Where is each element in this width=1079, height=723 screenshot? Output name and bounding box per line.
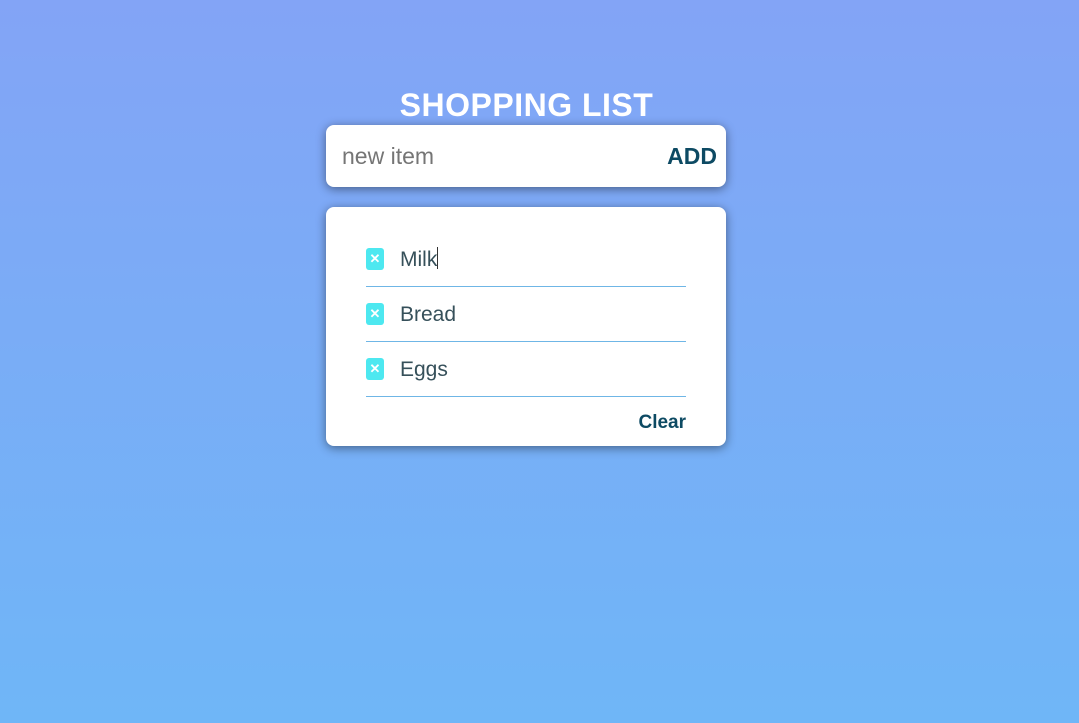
add-button[interactable]: ADD — [667, 141, 717, 171]
new-item-input[interactable] — [342, 139, 642, 173]
list-item: ✕ Eggs — [366, 342, 686, 397]
list-item-label[interactable]: Bread — [400, 302, 456, 328]
page-title: SHOPPING LIST — [399, 87, 654, 124]
remove-item-icon[interactable]: ✕ — [366, 303, 384, 325]
clear-button[interactable]: Clear — [638, 412, 686, 434]
shopping-list: ✕ Milk ✕ Bread ✕ Eggs — [366, 232, 686, 397]
list-item: ✕ Milk — [366, 232, 686, 287]
list-item-label: Milk — [400, 248, 438, 271]
shopping-list-card: ✕ Milk ✕ Bread ✕ Eggs Clear — [326, 207, 726, 446]
remove-item-icon[interactable]: ✕ — [366, 248, 384, 270]
list-item-label[interactable]: Eggs — [400, 357, 448, 383]
list-item-label-wrapper[interactable]: Milk — [400, 247, 439, 273]
remove-item-icon[interactable]: ✕ — [366, 358, 384, 380]
list-item: ✕ Bread — [366, 287, 686, 342]
text-caret — [437, 247, 439, 269]
add-item-form: ADD — [326, 125, 726, 187]
